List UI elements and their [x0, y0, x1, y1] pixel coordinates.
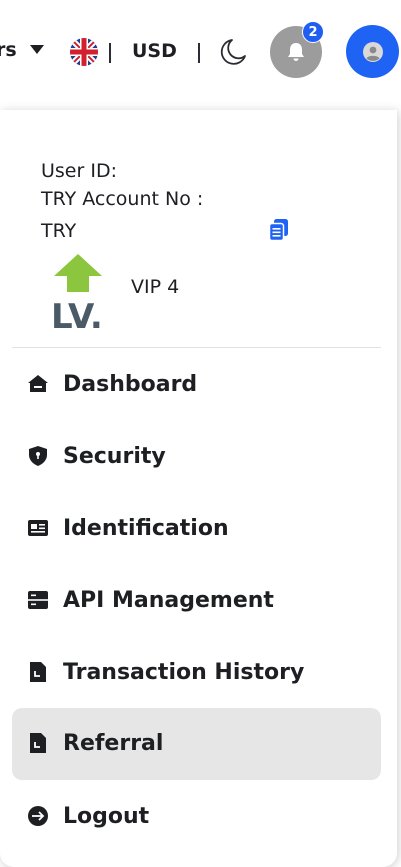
vip-level-label: VIP 4 — [131, 276, 180, 298]
menu-item-label: Dashboard — [63, 372, 198, 397]
arrow-up-icon: LV. — [51, 254, 103, 337]
menu-item-label: Transaction History — [63, 660, 305, 685]
moon-icon[interactable] — [218, 37, 248, 67]
notification-count-badge: 2 — [302, 21, 324, 43]
divider — [109, 43, 111, 63]
shield-icon — [29, 446, 47, 466]
menu-item-identification[interactable]: Identification — [12, 493, 381, 565]
currency-selector[interactable]: USD — [132, 40, 177, 62]
menu-item-dashboard[interactable]: Dashboard — [12, 349, 381, 421]
vip-level-logo: LV. — [50, 252, 106, 337]
account-currency: TRY — [41, 220, 77, 242]
uk-flag-icon[interactable] — [70, 38, 98, 66]
copy-icon[interactable] — [268, 218, 290, 242]
menu-item-label: Security — [63, 444, 166, 469]
orders-menu-label[interactable]: rs — [0, 39, 17, 61]
home-icon — [28, 375, 48, 392]
menu-item-logout[interactable]: Logout — [12, 781, 381, 853]
menu-item-api-management[interactable]: API Management — [12, 565, 381, 637]
id-card-icon — [28, 520, 48, 536]
user-id-label: User ID: — [41, 160, 117, 182]
menu-item-label: Referral — [63, 731, 164, 756]
user-icon — [362, 41, 383, 62]
document-icon — [30, 662, 46, 682]
chevron-down-icon[interactable] — [30, 45, 44, 54]
vip-logo-text: LV. — [51, 297, 103, 330]
top-bar: rs USD 2 — [0, 0, 401, 100]
account-number-label: TRY Account No : — [41, 188, 204, 210]
menu-item-label: API Management — [63, 588, 274, 613]
menu-item-transaction-history[interactable]: Transaction History — [12, 637, 381, 709]
logout-icon — [28, 806, 48, 826]
menu-item-referral[interactable]: Referral — [12, 708, 381, 780]
server-icon — [28, 591, 48, 609]
user-dropdown-panel: User ID: TRY Account No : TRY LV. VIP 4 … — [0, 110, 397, 867]
menu-item-security[interactable]: Security — [12, 421, 381, 493]
menu-item-label: Identification — [63, 516, 229, 541]
bell-icon — [288, 43, 304, 61]
menu-item-label: Logout — [63, 804, 150, 829]
document-icon — [30, 733, 46, 753]
divider — [12, 347, 381, 348]
divider — [198, 43, 200, 63]
user-avatar-button[interactable] — [346, 25, 399, 78]
